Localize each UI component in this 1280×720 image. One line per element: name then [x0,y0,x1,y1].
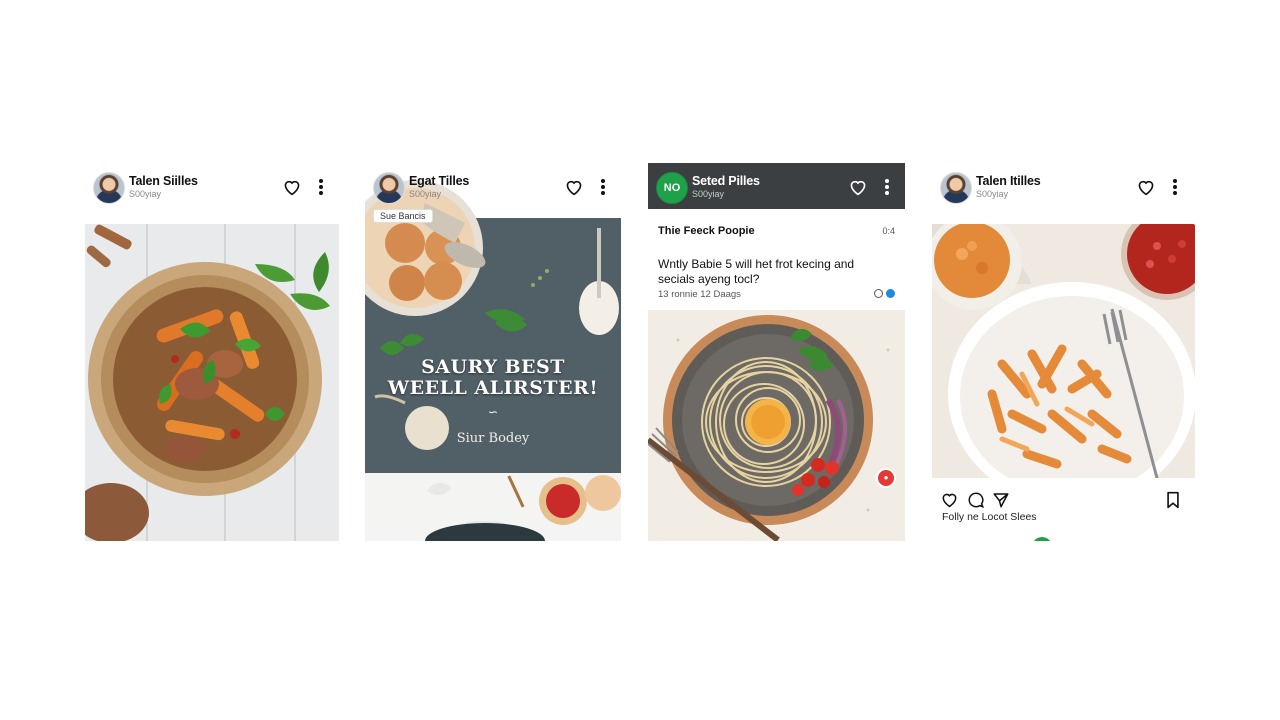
heart-icon[interactable] [281,176,303,198]
avatar[interactable] [373,172,405,204]
post-tag[interactable]: Sue Bancis [373,209,433,223]
bowl-of-roasted-vegetables-image [85,224,339,541]
bookmark-icon[interactable] [1165,491,1181,514]
author-name[interactable]: Egat Tilles [409,174,469,188]
poster-title-line-1: SAURY BEST [421,356,565,378]
article-meta: 13 ronnie 12 Daags [658,289,741,300]
post-actions [932,489,1195,511]
post-card-3: NO Seted Pilles S00yiay Thie Feeck Poopi… [648,163,905,541]
post-subtitle: S00yiay [409,189,442,199]
info-icon [874,289,883,298]
post-image[interactable] [932,224,1195,478]
avatar[interactable] [940,172,972,204]
author-name[interactable]: Talen Itilles [976,174,1041,188]
author-name[interactable]: Talen Siilles [129,174,198,188]
more-vertical-icon[interactable] [1164,176,1186,198]
post-card-1: Talen Siilles S00yiay [85,163,339,541]
heart-icon[interactable] [847,176,869,198]
avatar[interactable] [93,172,125,204]
heart-icon[interactable] [940,491,959,513]
post-card-2: SAURY BEST WEELL ALIRSTER! ∽ Siur Bodey … [365,163,621,541]
post-header: Talen Siilles S00yiay [85,163,339,209]
post-header: Talen Itilles S00yiay [932,163,1195,209]
post-card-4: Talen Itilles S00yiay Folly ne Locot Sle… [932,163,1195,541]
spaghetti-nest-image [648,310,905,541]
heart-icon[interactable] [563,176,585,198]
post-subtitle: S00yiay [976,189,1009,199]
post-image[interactable] [85,224,339,541]
seasoned-pasta-image [932,224,1195,478]
post-image[interactable]: ● [648,310,905,541]
poster-title-line-2: WEELL ALIRSTER! [387,377,599,399]
heart-icon[interactable] [1135,176,1157,198]
article-text: Wntly Babie 5 will het frot kecing and s… [658,257,855,286]
likes-text: Folly ne Locot Slees [942,511,1037,523]
brand-avatar[interactable]: NO [656,172,688,204]
more-vertical-icon[interactable] [592,176,614,198]
poster-title: SAURY BEST WEELL ALIRSTER! [365,357,621,399]
post-header: Egat Tilles S00yiay [365,163,621,209]
poster-divider: ∽ [487,405,499,419]
post-subtitle: S00yiay [692,189,725,199]
more-vertical-icon[interactable] [310,176,332,198]
brand-avatar [1032,537,1052,541]
article-meta-icons [874,289,895,298]
post-header: NO Seted Pilles S00yiay [648,163,905,209]
poster-subtitle: Siur Bodey [456,431,530,446]
like-badge-icon[interactable]: ● [876,468,896,488]
more-vertical-icon[interactable] [876,176,898,198]
post-subtitle: S00yiay [129,189,162,199]
author-name[interactable]: Seted Pilles [692,174,760,188]
article-count: 0:4 [882,226,895,236]
article-title[interactable]: Thie Feeck Poopie [658,225,755,237]
verified-icon [886,289,895,298]
